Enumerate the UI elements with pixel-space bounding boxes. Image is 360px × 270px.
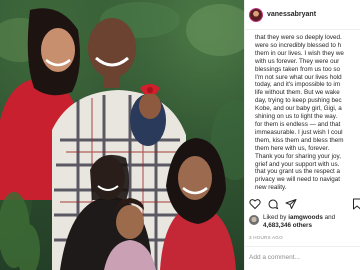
post-details-panel: vanessabryant that they were so deeply l… <box>244 0 360 270</box>
caption-line: life without them. But we wake <box>255 89 340 97</box>
caption-line: new reality. <box>255 184 287 192</box>
divider <box>245 246 360 247</box>
liked-by-and: and <box>322 214 336 221</box>
bookmark-icon[interactable] <box>351 198 360 210</box>
comment-icon[interactable] <box>267 198 279 210</box>
family-photo-illustration <box>0 2 244 270</box>
caption-line: were so incredibly blessed to h <box>255 41 342 49</box>
caption-line: privacy we will need to navigat <box>255 176 341 184</box>
heart-icon[interactable] <box>249 198 261 210</box>
caption-line: immeasurable. I just wish I coul <box>255 128 343 136</box>
caption-line: that you grant us the respect a <box>255 168 341 176</box>
post-header: vanessabryant <box>245 0 360 30</box>
caption-line: that they were so deeply loved. <box>255 34 342 41</box>
caption-line: with us forever. They were our <box>255 57 340 65</box>
caption-line: day, trying to keep pushing bec <box>255 97 342 105</box>
liked-by-user[interactable]: iamgwoods <box>288 214 323 221</box>
caption-line: blessings taken from us too so <box>255 65 341 73</box>
caption-line: for them is endless — and that <box>255 120 341 128</box>
caption-line: Thank you for sharing your joy, <box>255 152 341 160</box>
post-photo[interactable] <box>0 0 244 270</box>
caption-line: them here with us, forever. <box>255 144 330 152</box>
caption-line: Kobe, and our baby girl, Gigi, a <box>255 105 342 113</box>
caption-line: them in our lives. I wish they we <box>255 49 344 57</box>
post-timestamp: 3 HOURS AGO <box>249 235 283 240</box>
liker-avatar[interactable] <box>249 215 259 225</box>
likes-count[interactable]: 4,683,346 others <box>263 222 312 229</box>
action-bar <box>249 198 297 210</box>
comment-input[interactable]: Add a comment... <box>249 254 300 261</box>
caption-line: grief and your support with us. <box>255 160 340 168</box>
caption-line: shining on us to light the way. <box>255 113 338 121</box>
likes-summary: Liked by iamgwoods and 4,683,346 others <box>249 214 335 230</box>
caption-line: today, and it's impossible to im <box>255 81 341 89</box>
caption-line: I'm not sure what our lives hold <box>255 73 342 81</box>
post-caption: that they were so deeply loved. were so i… <box>245 30 360 226</box>
avatar[interactable] <box>249 7 263 22</box>
share-icon[interactable] <box>285 198 297 210</box>
username-link[interactable]: vanessabryant <box>267 11 316 18</box>
liked-by-prefix: Liked by <box>263 214 289 221</box>
caption-line: them, kiss them and bless them <box>255 136 344 144</box>
